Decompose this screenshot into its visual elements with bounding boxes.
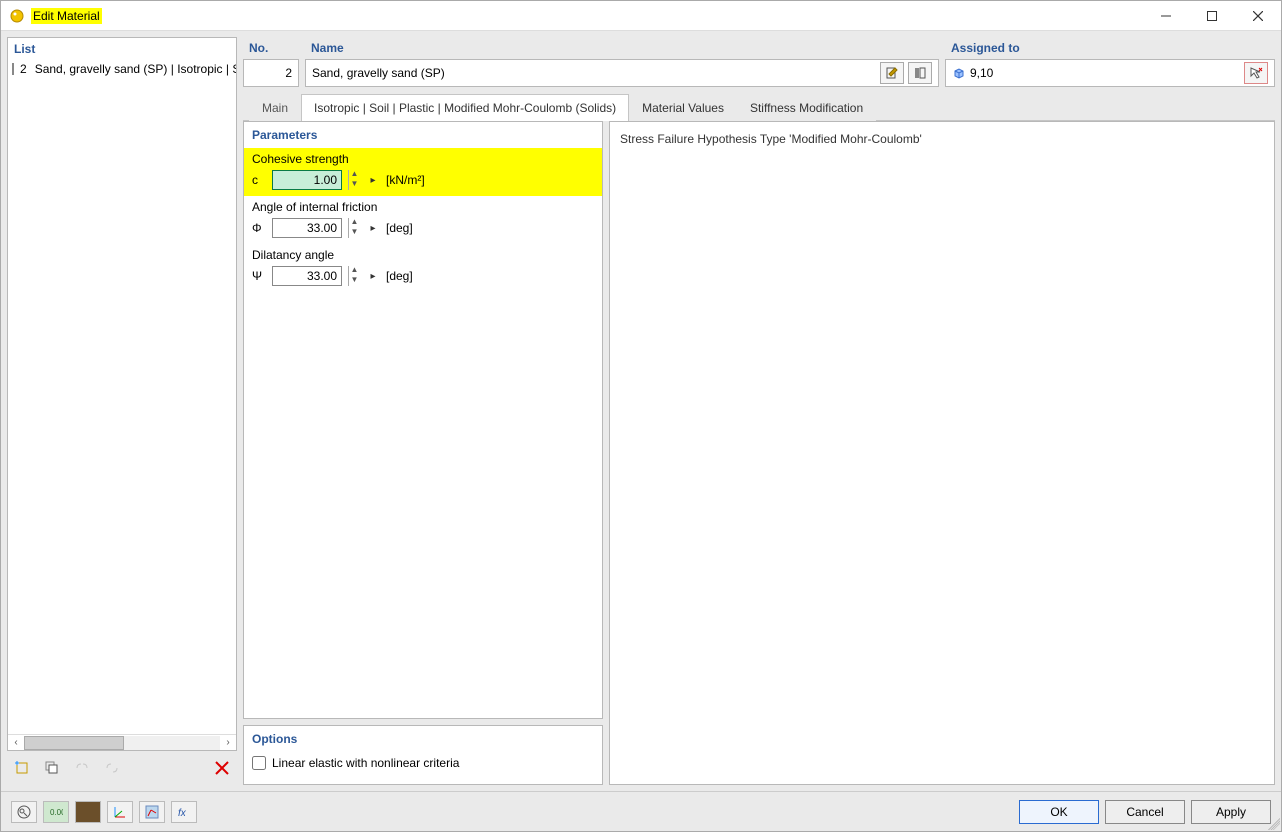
options-title: Options: [244, 726, 602, 752]
friction-symbol: Φ: [252, 221, 266, 235]
cohesive-spinner[interactable]: ▲▼: [348, 170, 360, 190]
tabs: Main Isotropic | Soil | Plastic | Modifi…: [243, 93, 1275, 121]
options-panel: Options Linear elastic with nonlinear cr…: [243, 725, 603, 785]
dilatancy-symbol: Ψ: [252, 269, 266, 283]
window-title: Edit Material: [31, 8, 102, 24]
svg-text:0.00: 0.00: [50, 808, 63, 817]
list-item[interactable]: 2 Sand, gravelly sand (SP) | Isotropic |…: [8, 60, 236, 78]
minimize-button[interactable]: [1143, 1, 1189, 31]
name-group: Name: [305, 37, 939, 87]
list-horizontal-scrollbar[interactable]: ‹ ›: [8, 734, 236, 750]
pick-button[interactable]: [1244, 62, 1268, 84]
cube-icon: [952, 66, 966, 80]
link-button: [69, 755, 95, 781]
list-body[interactable]: 2 Sand, gravelly sand (SP) | Isotropic |…: [8, 60, 236, 734]
apply-button[interactable]: Apply: [1191, 800, 1271, 824]
dilatancy-input[interactable]: [272, 266, 342, 286]
linear-elastic-checkbox[interactable]: [252, 756, 266, 770]
cohesive-input[interactable]: [272, 170, 342, 190]
list-item-text: Sand, gravelly sand (SP) | Isotropic | S: [35, 62, 236, 76]
material-swatch-icon: [12, 63, 14, 75]
tab-main[interactable]: Main: [249, 94, 301, 121]
list-header: List: [8, 38, 236, 60]
cohesive-label: Cohesive strength: [252, 152, 594, 166]
library-button[interactable]: [908, 62, 932, 84]
scroll-left-icon[interactable]: ‹: [8, 736, 24, 750]
resize-grip-icon[interactable]: [1268, 818, 1280, 830]
maximize-button[interactable]: [1189, 1, 1235, 31]
sidebar: List 2 Sand, gravelly sand (SP) | Isotro…: [7, 37, 237, 785]
assigned-label: Assigned to: [945, 37, 1275, 59]
scroll-right-icon[interactable]: ›: [220, 736, 236, 750]
sidebar-toolbar: [7, 751, 237, 785]
param-dilatancy-angle: Dilatancy angle Ψ ▲▼ ▸ [deg]: [244, 244, 602, 292]
name-label: Name: [305, 37, 939, 59]
header-row: No. 2 Name: [243, 37, 1275, 87]
list-panel: List 2 Sand, gravelly sand (SP) | Isotro…: [7, 37, 237, 751]
ok-button[interactable]: OK: [1019, 800, 1099, 824]
cohesive-symbol: c: [252, 173, 266, 187]
dilatancy-label: Dilatancy angle: [252, 248, 594, 262]
param-cohesive-strength: Cohesive strength c ▲▼ ▸ [kN/m²]: [244, 148, 602, 196]
delete-button[interactable]: [209, 755, 235, 781]
cohesive-more-button[interactable]: ▸: [366, 170, 380, 190]
cancel-button[interactable]: Cancel: [1105, 800, 1185, 824]
assigned-input[interactable]: [970, 66, 1240, 80]
friction-spinner[interactable]: ▲▼: [348, 218, 360, 238]
no-label: No.: [243, 37, 299, 59]
footer: 0.00 fx OK Cancel Apply: [1, 791, 1281, 831]
help-button[interactable]: [11, 801, 37, 823]
parameters-title: Parameters: [244, 122, 602, 148]
info-pane: Stress Failure Hypothesis Type 'Modified…: [609, 121, 1275, 785]
no-group: No. 2: [243, 37, 299, 87]
graph-button[interactable]: [139, 801, 165, 823]
edit-name-button[interactable]: [880, 62, 904, 84]
parameters-panel: Parameters Cohesive strength c ▲▼ ▸ [kN/…: [243, 121, 603, 719]
unlink-button: [99, 755, 125, 781]
tab-stiffness-modification[interactable]: Stiffness Modification: [737, 94, 876, 121]
linear-elastic-label: Linear elastic with nonlinear criteria: [272, 756, 459, 770]
material-color-button[interactable]: [75, 801, 101, 823]
main-area: No. 2 Name: [243, 37, 1275, 785]
assigned-group: Assigned to: [945, 37, 1275, 87]
friction-unit: [deg]: [386, 221, 413, 235]
tab-model[interactable]: Isotropic | Soil | Plastic | Modified Mo…: [301, 94, 629, 121]
name-input[interactable]: [312, 66, 876, 80]
axis-button[interactable]: [107, 801, 133, 823]
svg-text:fx: fx: [178, 808, 187, 819]
friction-more-button[interactable]: ▸: [366, 218, 380, 238]
app-icon: [9, 8, 25, 24]
edit-material-dialog: Edit Material List 2 Sand, gravelly sand…: [0, 0, 1282, 832]
cohesive-unit: [kN/m²]: [386, 173, 425, 187]
dilatancy-unit: [deg]: [386, 269, 413, 283]
friction-label: Angle of internal friction: [252, 200, 594, 214]
param-friction-angle: Angle of internal friction Φ ▲▼ ▸ [deg]: [244, 196, 602, 244]
hypothesis-text: Stress Failure Hypothesis Type 'Modified…: [620, 132, 1264, 146]
no-field[interactable]: 2: [243, 59, 299, 87]
no-value: 2: [285, 66, 292, 80]
tab-material-values[interactable]: Material Values: [629, 94, 737, 121]
new-material-button[interactable]: [9, 755, 35, 781]
dilatancy-more-button[interactable]: ▸: [366, 266, 380, 286]
copy-material-button[interactable]: [39, 755, 65, 781]
friction-input[interactable]: [272, 218, 342, 238]
close-button[interactable]: [1235, 1, 1281, 31]
fx-button[interactable]: fx: [171, 801, 197, 823]
units-button[interactable]: 0.00: [43, 801, 69, 823]
list-item-number: 2: [20, 62, 27, 76]
scroll-thumb[interactable]: [24, 736, 124, 750]
dilatancy-spinner[interactable]: ▲▼: [348, 266, 360, 286]
titlebar: Edit Material: [1, 1, 1281, 31]
